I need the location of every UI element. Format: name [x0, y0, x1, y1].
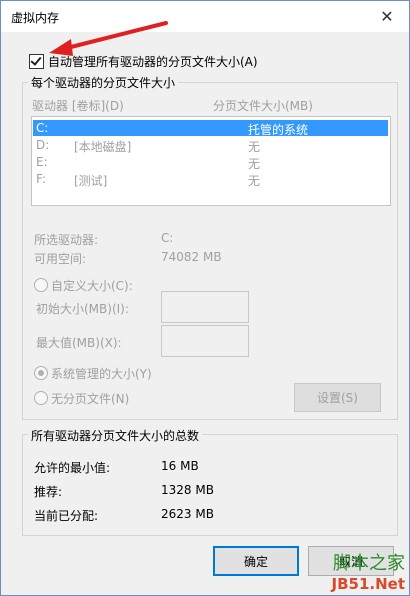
drive-size: 托管的系统 — [248, 123, 309, 137]
current-label: 当前已分配: — [34, 509, 99, 523]
drive-size: 无 — [248, 157, 261, 171]
no-paging-label[interactable]: 无分页文件(N) — [51, 390, 129, 407]
column-size-header: 分页文件大小(MB) — [213, 99, 313, 113]
no-paging-radio[interactable] — [34, 391, 48, 405]
auto-manage-checkbox-row[interactable]: 自动管理所有驱动器的分页文件大小(A) — [29, 53, 258, 70]
drive-letter: E: — [36, 155, 48, 169]
drive-letter: D: — [36, 138, 50, 152]
drive-label: [本地磁盘] — [74, 140, 132, 154]
close-icon[interactable]: ✕ — [365, 1, 409, 32]
set-button[interactable]: 设置(S) — [294, 383, 381, 412]
initial-size-label: 初始大小(MB)(I): — [36, 302, 129, 316]
list-item[interactable]: C: 托管的系统 — [33, 120, 388, 137]
drive-list[interactable]: C: 托管的系统 D: [本地磁盘] 无 E: 无 F: [测试] 无 — [31, 116, 391, 206]
selected-drive-label: 所选驱动器: — [34, 233, 99, 247]
drive-label: [测试] — [74, 174, 108, 188]
list-item[interactable]: F: [测试] 无 — [32, 171, 388, 188]
auto-manage-checkbox[interactable] — [29, 54, 44, 69]
system-managed-label[interactable]: 系统管理的大小(Y) — [51, 365, 152, 382]
list-item[interactable]: E: 无 — [32, 154, 388, 171]
watermark: 脚本之家 JB51.Net — [332, 549, 405, 593]
min-value: 16 MB — [161, 459, 199, 473]
virtual-memory-dialog: 虚拟内存 ✕ 自动管理所有驱动器的分页文件大小(A) 每个驱动器的分页文件大小 … — [0, 0, 410, 596]
free-space-value: 74082 MB — [161, 250, 222, 264]
custom-size-label[interactable]: 自定义大小(C): — [51, 277, 133, 294]
recommended-label: 推荐: — [34, 485, 63, 499]
drive-letter: F: — [36, 172, 47, 186]
ok-button[interactable]: 确定 — [213, 546, 299, 576]
custom-size-radio[interactable] — [34, 278, 48, 292]
watermark-line1: 脚本之家 — [333, 553, 405, 574]
current-value: 2623 MB — [161, 507, 214, 521]
auto-manage-label[interactable]: 自动管理所有驱动器的分页文件大小(A) — [48, 53, 258, 70]
per-drive-legend: 每个驱动器的分页文件大小 — [28, 74, 179, 91]
max-size-input[interactable] — [161, 325, 249, 357]
initial-size-input[interactable] — [161, 291, 249, 323]
system-managed-radio[interactable] — [34, 366, 48, 380]
drive-letter: C: — [36, 121, 49, 135]
selected-drive-value: C: — [161, 231, 174, 245]
free-space-label: 可用空间: — [34, 252, 87, 266]
watermark-line2: JB51.Net — [331, 575, 405, 593]
list-item[interactable]: D: [本地磁盘] 无 — [32, 137, 388, 154]
column-drive-header: 驱动器 [卷标](D) — [32, 99, 124, 113]
drive-size: 无 — [248, 174, 261, 188]
min-label: 允许的最小值: — [34, 461, 111, 475]
drive-size: 无 — [248, 140, 261, 154]
recommended-value: 1328 MB — [161, 483, 214, 497]
max-size-label: 最大值(MB)(X): — [36, 336, 122, 350]
totals-legend: 所有驱动器分页文件大小的总数 — [28, 427, 203, 444]
